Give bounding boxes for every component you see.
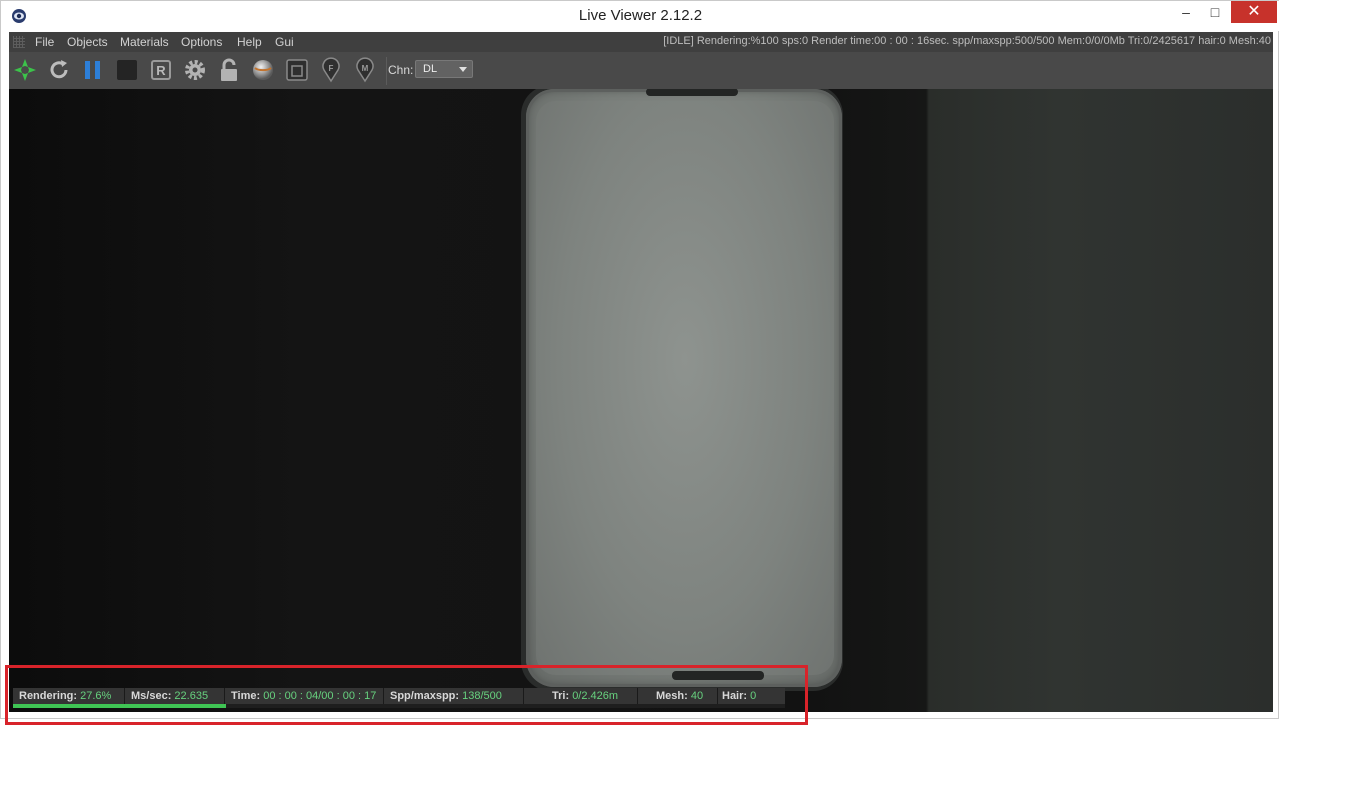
r-icon[interactable]: R xyxy=(148,57,174,83)
pause-icon[interactable] xyxy=(80,57,106,83)
lock-icon[interactable] xyxy=(216,57,242,83)
channel-label: Chn: xyxy=(388,63,414,77)
red-highlight-box xyxy=(5,665,808,725)
menu-materials[interactable]: Materials xyxy=(120,35,169,49)
svg-text:F: F xyxy=(329,64,334,73)
rendered-phone xyxy=(526,89,842,687)
menu-help[interactable]: Help xyxy=(237,35,262,49)
phone-top-speaker xyxy=(646,89,738,96)
phone-screen xyxy=(536,101,834,675)
maximize-button[interactable]: □ xyxy=(1200,1,1230,23)
octane-logo-icon[interactable] xyxy=(12,57,38,83)
window-title: Live Viewer 2.12.2 xyxy=(578,7,703,24)
svg-text:R: R xyxy=(156,63,166,78)
menu-bar: File Objects Materials Options Help Gui … xyxy=(9,32,1273,52)
svg-text:M: M xyxy=(362,64,369,73)
header-status-text: [IDLE] Rendering:%100 sps:0 Render time:… xyxy=(663,35,1271,47)
close-button[interactable]: ✕ xyxy=(1231,1,1277,23)
sphere-icon[interactable] xyxy=(250,57,276,83)
title-bar: Live Viewer 2.12.2 – □ ✕ xyxy=(1,1,1280,31)
minimize-button[interactable]: – xyxy=(1169,1,1203,23)
chevron-down-icon xyxy=(459,67,467,72)
grip-handle-icon[interactable] xyxy=(13,36,25,48)
menu-objects[interactable]: Objects xyxy=(67,35,108,49)
render-viewport[interactable] xyxy=(9,89,1273,712)
channel-dropdown[interactable]: DL xyxy=(415,60,473,78)
menu-file[interactable]: File xyxy=(35,35,54,49)
stop-icon[interactable] xyxy=(114,57,140,83)
channel-value: DL xyxy=(423,63,438,75)
live-viewer-window: Live Viewer 2.12.2 – □ ✕ File Objects Ma… xyxy=(0,0,1280,719)
menu-gui[interactable]: Gui xyxy=(275,35,294,49)
pin-f-icon[interactable]: F xyxy=(318,57,344,83)
refresh-icon[interactable] xyxy=(46,57,72,83)
menu-options[interactable]: Options xyxy=(181,35,222,49)
region-icon[interactable] xyxy=(284,57,310,83)
pin-m-icon[interactable]: M xyxy=(352,57,378,83)
toolbar: R F M Chn: DL xyxy=(9,52,1273,89)
gear-icon[interactable] xyxy=(182,57,208,83)
toolbar-separator xyxy=(386,57,387,85)
